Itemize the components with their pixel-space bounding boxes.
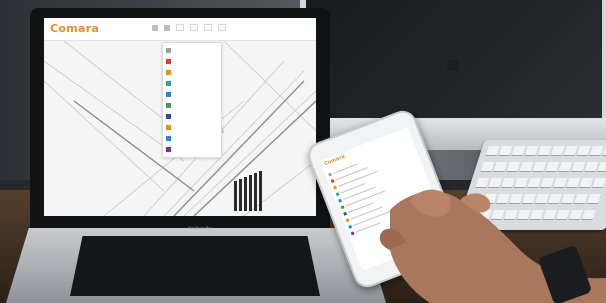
laptop-screen: Comara [44,18,316,216]
phone-brand-logo: Comara [323,153,346,168]
toolbar-button[interactable] [218,24,226,31]
layer-color-icon [166,48,171,53]
layer-color-icon [166,92,171,97]
layer-color-icon [335,192,340,197]
layer-color-icon [345,218,350,223]
layer-color-icon [166,114,171,119]
dropdown-menu-item[interactable] [163,100,221,111]
layers-icon[interactable] [152,25,158,31]
toolbar-button[interactable] [176,24,184,31]
keyboard-key [498,146,513,155]
layer-color-icon [333,185,338,190]
dropdown-menu-item[interactable] [163,78,221,89]
dropdown-menu-item[interactable] [163,45,221,56]
app-header: Comara [44,18,316,41]
keyboard-key [485,146,500,155]
apple-logo-icon [447,55,461,71]
keyboard-key [589,146,604,155]
dropdown-menu-item[interactable] [163,144,221,155]
toolbar [152,24,226,31]
layer-color-icon [328,172,333,177]
brand-logo: Comara [50,22,100,35]
layer-color-icon [166,136,171,141]
layer-color-icon [166,70,171,75]
dropdown-menu-item[interactable] [163,133,221,144]
imac-monitor [300,0,606,150]
laptop-model-label: MacBook Pro [187,225,212,230]
layer-color-icon [343,211,348,216]
keyboard-key [537,146,552,155]
layer-color-icon [166,59,171,64]
filter-icon[interactable] [164,25,170,31]
keyboard-key [511,146,526,155]
layer-color-icon [330,179,335,184]
layer-dropdown-menu [162,42,222,158]
keyboard-key [576,146,591,155]
dropdown-menu-item[interactable] [163,89,221,100]
toolbar-button[interactable] [190,24,198,31]
laptop-keyboard [70,236,320,296]
dropdown-menu-item[interactable] [163,67,221,78]
layer-color-icon [340,205,345,210]
keyboard-key [563,146,578,155]
dropdown-menu-item[interactable] [163,56,221,67]
keyboard-key [524,146,539,155]
dropdown-menu-item[interactable] [163,111,221,122]
toolbar-button[interactable] [204,24,212,31]
layer-color-icon [338,198,343,203]
layer-color-icon [166,125,171,130]
layer-color-icon [166,147,171,152]
layer-color-icon [166,103,171,108]
keyboard-key [550,146,565,155]
photo-scene: Comara MacBook Pro Comara [0,0,606,303]
layer-color-icon [166,81,171,86]
dropdown-menu-item[interactable] [163,122,221,133]
